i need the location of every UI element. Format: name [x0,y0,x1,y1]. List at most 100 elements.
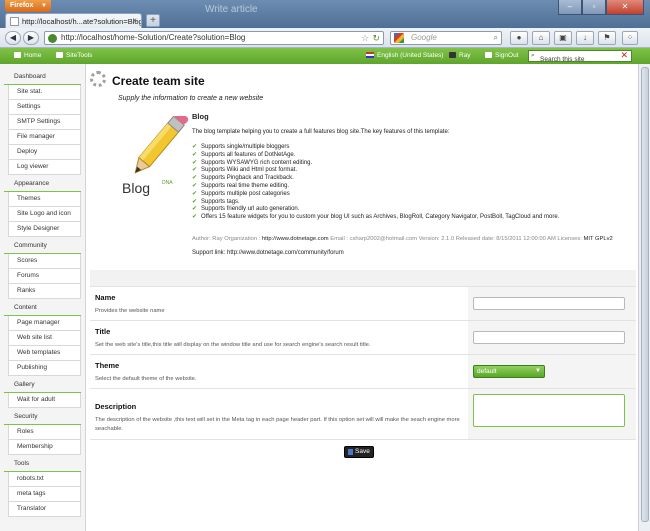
name-input[interactable] [473,297,625,310]
close-window-button[interactable]: ✕ [606,0,644,15]
reload-icon[interactable]: ↻ [372,32,380,44]
sidebar-item-file-manager[interactable]: File manager [8,130,81,145]
firefox-menu-button[interactable]: Firefox ▼ [5,0,51,12]
language-selector[interactable]: English (United States) [366,52,443,59]
language-label: English (United States) [377,52,444,59]
address-bar[interactable]: http://localhost/home-Solution/Create?so… [44,31,384,45]
gear-icon [90,71,106,87]
sidebar-item-publishing[interactable]: Publishing [8,361,81,376]
sitetools-link[interactable]: SiteTools [56,52,92,59]
firefox-menu-label: Firefox [10,2,34,9]
sidebar-item-settings[interactable]: Settings [8,100,81,115]
sidebar-item-smtp-settings[interactable]: SMTP Settings [8,115,81,130]
sidebar-category-gallery: Gallery [4,376,81,393]
maximize-button[interactable]: ▫ [582,0,606,15]
window-caption: Write article [205,4,258,15]
addon-icon[interactable]: ● [510,31,528,45]
sidebar-item-ranks[interactable]: Ranks [8,284,81,299]
home-icon[interactable]: ⌂ [532,31,550,45]
signout-icon [485,52,492,58]
title-help: Set the web site's title,this title will… [95,342,371,348]
form-row-theme: Theme Select the default theme of the we… [90,354,636,388]
grid-icon[interactable]: ⁘ [622,31,638,45]
scrollbar-thumb[interactable] [641,67,649,522]
title-label: Title [95,327,111,336]
title-bar: Firefox ▼ Write article – ▫ ✕ http://loca… [0,0,650,29]
theme-select[interactable]: default ▼ [473,365,545,378]
sidebar-item-log-viewer[interactable]: Log viewer [8,160,81,175]
url-text: http://localhost/home-Solution/Create?so… [61,33,246,42]
save-icon [348,449,353,455]
chevron-down-icon: ▼ [41,3,47,9]
sidebar-item-meta-tags[interactable]: meta tags [8,487,81,502]
clear-search-icon[interactable]: ✕ [620,50,628,60]
bookmark-star-icon[interactable]: ☆ [361,32,369,44]
home-link[interactable]: Home [14,52,41,59]
signout-link[interactable]: SignOut [485,52,519,59]
list-item: Supports all features of DotNetAge. [192,152,559,160]
sidebar-item-deploy[interactable]: Deploy [8,145,81,160]
browser-search-box[interactable]: Google ⌕ [390,31,502,45]
site-search-input[interactable]: ⌕ Search this site ✕ [528,50,632,63]
email-version-label: Email : csharp2002@hotmail.com Version: … [330,236,582,242]
organization-link[interactable]: http://www.dotnetage.com [262,236,329,242]
sidebar-item-web-templates[interactable]: Web templates [8,346,81,361]
sidebar-item-site-logo[interactable]: Site Logo and icon [8,207,81,222]
user-menu[interactable]: Ray [449,52,471,59]
sidebar-item-roles[interactable]: Roles [8,425,81,440]
minimize-button[interactable]: – [558,0,582,15]
list-item: Supports multiple post categories [192,191,559,199]
tools-icon [56,52,63,58]
form-row-description: Description The description of the websi… [90,388,636,440]
user-name: Ray [459,52,471,59]
list-item: Supports WYSAWYG rich content editing. [192,160,559,168]
sidebar-item-translator[interactable]: Translator [8,502,81,517]
support-link[interactable]: Support link: http://www.dotnetage.com/c… [192,250,344,256]
sidebar-item-membership[interactable]: Membership [8,440,81,455]
vertical-scrollbar[interactable] [638,64,650,531]
sidebar-category-community: Community [4,237,81,254]
forward-button[interactable]: ▶ [23,31,39,45]
search-icon[interactable]: ⌕ [494,32,498,44]
sidebar-item-wait-for-adult[interactable]: Wait for adult [8,393,81,408]
feature-list: Supports single/multiple bloggers Suppor… [192,144,559,222]
sidebar-item-themes[interactable]: Themes [8,192,81,207]
sidebar-item-robots-txt[interactable]: robots.txt [8,472,81,487]
name-field-cell [468,287,636,320]
page-subtitle: Supply the information to create a new w… [118,95,264,102]
download-icon[interactable]: ↓ [576,31,594,45]
sidebar-item-style-designer[interactable]: Style Designer [8,222,81,237]
new-tab-button[interactable]: + [146,14,160,27]
save-label: Save [355,448,370,455]
sidebar-category-dashboard: Dashboard [4,68,81,85]
signout-label: SignOut [495,52,519,59]
title-input[interactable] [473,331,625,344]
home-icon [14,52,21,58]
close-tab-icon[interactable]: × [132,16,137,25]
globe-icon [48,34,57,43]
template-meta: Author: Ray Organization : http://www.do… [192,236,613,242]
sidebar-item-page-manager[interactable]: Page manager [8,316,81,331]
description-label: Description [95,402,137,411]
theme-selected-value: default [477,368,497,375]
sidebar-item-forums[interactable]: Forums [8,269,81,284]
sidebar-item-web-site-list[interactable]: Web site list [8,331,81,346]
flag-icon[interactable]: ⚑ [598,31,616,45]
logo-badge: DNA [162,180,173,186]
media-icon[interactable]: ▣ [554,31,572,45]
search-icon: ⌕ [531,52,535,59]
sidebar-item-site-stat[interactable]: Site stat. [8,85,81,100]
title-field-cell [468,321,636,354]
sidebar-item-scores[interactable]: Scores [8,254,81,269]
admin-sidebar: Dashboard Site stat. Settings SMTP Setti… [0,64,86,531]
back-button[interactable]: ◀ [5,31,21,45]
save-button[interactable]: Save [344,446,374,458]
navigation-toolbar: ◀ ▶ http://localhost/home-Solution/Creat… [0,28,650,48]
site-toolbar: Home SiteTools English (United States) R… [0,48,650,64]
avatar [449,52,456,58]
browser-tab[interactable]: http://localhost/h...ate?solution=Blog × [5,13,142,29]
template-name: Blog [192,112,209,121]
description-textarea[interactable] [473,394,625,427]
page-favicon-icon [10,17,19,26]
window-controls: – ▫ ✕ [558,0,644,15]
